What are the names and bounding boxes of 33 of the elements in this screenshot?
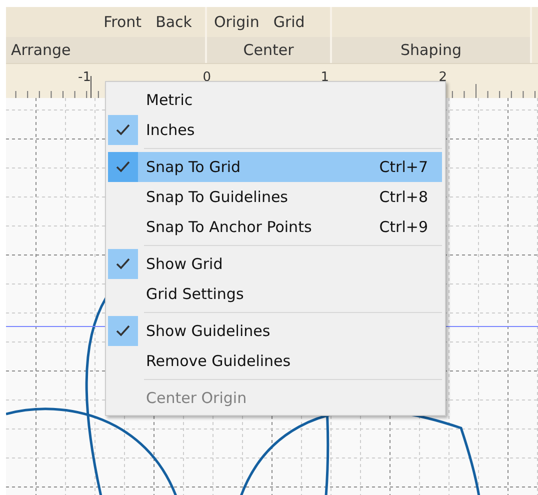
ruler-label: 0 (202, 70, 211, 85)
ribbon-button[interactable]: Grid (268, 11, 310, 33)
menu-item[interactable]: Inches (108, 115, 442, 145)
menu-item-label: Remove Guidelines (146, 352, 292, 370)
ruler-label: 2 (438, 70, 447, 85)
menu-item[interactable]: Snap To Grid Ctrl+7 (108, 152, 442, 182)
menu-item[interactable]: Grid Settings (108, 279, 442, 309)
menu-item[interactable]: Show Grid (108, 249, 442, 279)
menu-item-label: Snap To Grid (146, 158, 242, 176)
menu-item[interactable]: Snap To Anchor Points Ctrl+9 (108, 212, 442, 242)
menu-item-label: Show Guidelines (146, 322, 272, 340)
ribbon-button[interactable]: Front (98, 11, 147, 33)
group-label: Center (207, 37, 330, 63)
ribbon-button[interactable]: Origin (209, 11, 264, 33)
menu-item[interactable]: Metric (108, 85, 442, 115)
shortcut-text: Ctrl+9 (379, 218, 428, 236)
menu-item[interactable]: Remove Guidelines (108, 346, 442, 376)
shortcut-text: Ctrl+7 (379, 158, 428, 176)
group-label: Shaping (332, 37, 530, 63)
menu-item-label: Grid Settings (146, 285, 245, 303)
ruler-label: 1 (320, 70, 329, 85)
ribbon-button[interactable]: Back (150, 11, 197, 33)
ruler-label: -1 (77, 70, 91, 85)
menu-item-label: Show Grid (146, 255, 224, 273)
menu-item-label: Snap To Anchor Points (146, 218, 313, 236)
menu-item-label: Center Origin (146, 389, 248, 407)
menu-item-label: Inches (146, 121, 196, 139)
menu-item[interactable]: Show Guidelines (108, 316, 442, 346)
menu-item-label: Metric (146, 91, 194, 109)
menu-item[interactable]: Snap To Guidelines Ctrl+8 (108, 182, 442, 212)
group-label: Arrange (6, 37, 205, 63)
menu-item-label: Snap To Guidelines (146, 188, 290, 206)
shortcut-text: Ctrl+8 (379, 188, 428, 206)
